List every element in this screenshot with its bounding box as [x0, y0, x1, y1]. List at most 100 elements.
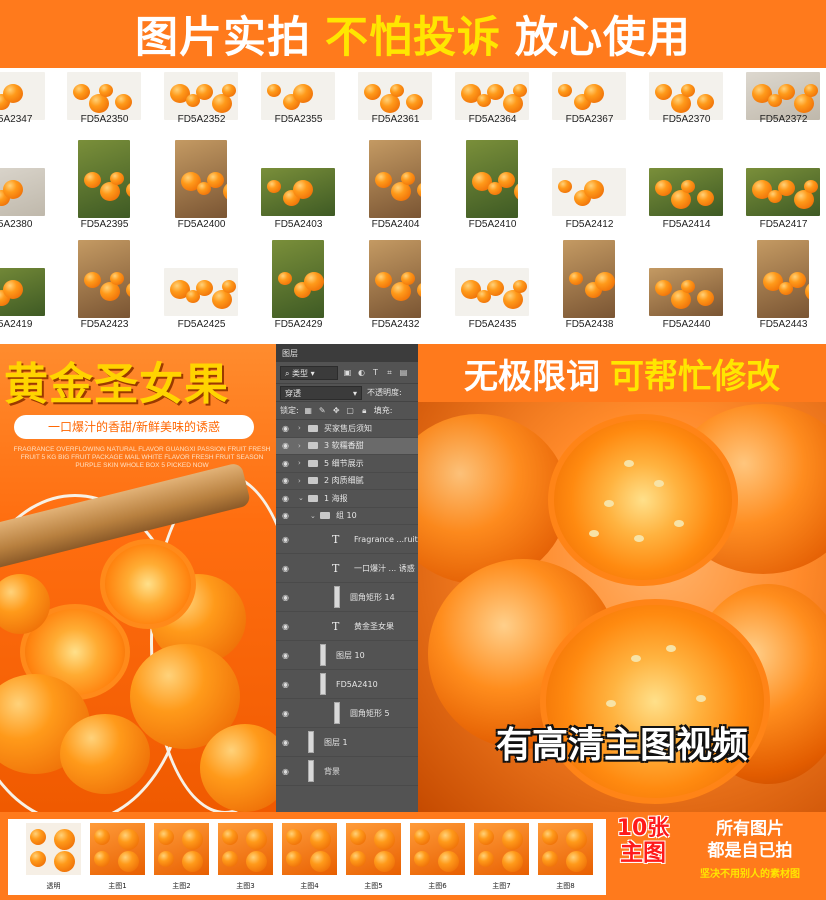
layer-row[interactable]: ◉ FD5A2410 — [276, 670, 418, 699]
image-thumbnail[interactable]: FD5A2440 — [638, 240, 735, 340]
main-image-label: 主图2 — [172, 882, 191, 890]
layer-row[interactable]: ◉ 图层 10 — [276, 641, 418, 670]
image-thumbnail[interactable]: FD5A2403 — [250, 140, 347, 240]
thumbnail-image — [466, 140, 518, 218]
chevron-down-icon[interactable]: ⌄ — [298, 494, 304, 502]
video-caption: 有高清主图视频 — [495, 725, 748, 766]
layer-row[interactable]: ◉ T Fragrance ...ruit fr — [276, 525, 418, 554]
layer-row[interactable]: ◉ › 5 细节展示 — [276, 455, 418, 473]
layer-row[interactable]: ◉ T 黄金圣女果 — [276, 612, 418, 641]
main-image-thumbnail[interactable]: 主图5 — [346, 823, 401, 890]
lock-all-icon[interactable]: 🔒︎ — [360, 406, 369, 415]
original-photo-claim: 所有图片 都是自已拍 坚决不用别人的素材图 — [680, 818, 820, 880]
main-image-thumbnail[interactable]: 主图3 — [218, 823, 273, 890]
filter-kind-select[interactable]: ⌕ 类型 ▾ — [280, 365, 338, 380]
main-image-thumbnail[interactable]: 主图6 — [410, 823, 465, 890]
image-thumbnail[interactable]: FD5A2432 — [347, 240, 444, 340]
layer-row[interactable]: ◉ 图层 1 — [276, 728, 418, 757]
blend-mode-select[interactable]: 穿透 ▾ — [280, 385, 362, 400]
layer-name: 圆角矩形 14 — [350, 592, 395, 602]
visibility-eye-icon[interactable]: ◉ — [282, 593, 294, 602]
layer-name: 1 海报 — [324, 493, 348, 503]
visibility-eye-icon[interactable]: ◉ — [282, 494, 294, 503]
chevron-down-icon[interactable]: ⌄ — [310, 512, 316, 520]
layer-row[interactable]: ◉ T 一口爆汁 ... 诱惑 — [276, 554, 418, 583]
chevron-right-icon[interactable]: › — [298, 424, 301, 432]
visibility-eye-icon[interactable]: ◉ — [282, 459, 294, 468]
lock-transparency-icon[interactable]: ▦ — [304, 406, 313, 415]
main-image-thumbnail[interactable]: 主图8 — [538, 823, 593, 890]
badge-label: 主图 — [620, 840, 666, 866]
thumbnail-image — [261, 72, 335, 120]
visibility-eye-icon[interactable]: ◉ — [282, 622, 294, 631]
main-image-thumbnail[interactable]: 主图1 — [90, 823, 145, 890]
pixel-filter-icon[interactable]: ▣ — [343, 368, 352, 377]
chevron-right-icon[interactable]: › — [298, 442, 301, 450]
image-thumbnail[interactable]: FD5A2425 — [153, 240, 250, 340]
layer-row[interactable]: ◉ ⌄ 1 海报 — [276, 490, 418, 508]
image-thumbnail[interactable]: FD5A2419 — [0, 240, 57, 340]
blend-mode-value: 穿透 — [285, 388, 301, 398]
image-thumbnail[interactable]: FD5A2404 — [347, 140, 444, 240]
opacity-label: 不透明度: — [367, 388, 402, 397]
main-image-label: 主图1 — [108, 882, 127, 890]
main-image-thumbnail[interactable]: 主图4 — [282, 823, 337, 890]
image-thumbnail[interactable]: FD5A2435 — [444, 240, 541, 340]
thumbnail-image — [649, 72, 723, 120]
lock-artboard-icon[interactable]: ▢ — [346, 406, 355, 415]
smart-object-filter-icon[interactable]: ▤ — [399, 368, 408, 377]
image-thumbnail[interactable]: FD5A2395 — [56, 140, 153, 240]
lock-position-icon[interactable]: ✥ — [332, 406, 341, 415]
thumbnail-filename: FD5A2419 — [0, 319, 33, 330]
text-filter-icon[interactable]: T — [371, 368, 380, 377]
image-thumbnail[interactable]: FD5A2400 — [153, 140, 250, 240]
image-thumbnail[interactable]: FD5A2438 — [541, 240, 638, 340]
visibility-eye-icon[interactable]: ◉ — [282, 424, 294, 433]
layer-row[interactable]: ◉ › 买家售后须知 — [276, 420, 418, 438]
main-image-label: 主图5 — [364, 882, 383, 890]
image-thumbnail[interactable]: FD5A2410 — [444, 140, 541, 240]
shape-filter-icon[interactable]: ⌗ — [385, 368, 394, 377]
layer-name: FD5A2410 — [336, 679, 378, 689]
visibility-eye-icon[interactable]: ◉ — [282, 476, 294, 485]
thumbnail-filename: FD5A2443 — [759, 319, 808, 330]
layer-row[interactable]: ◉ › 3 软糯香甜 — [276, 437, 418, 455]
image-thumbnail[interactable]: FD5A2414 — [638, 140, 735, 240]
main-image-thumbnail[interactable]: 透明 — [26, 823, 81, 890]
visibility-eye-icon[interactable]: ◉ — [282, 709, 294, 718]
visibility-eye-icon[interactable]: ◉ — [282, 651, 294, 660]
visibility-eye-icon[interactable]: ◉ — [282, 767, 294, 776]
image-thumbnail[interactable]: FD5A2429 — [250, 240, 347, 340]
image-thumbnail[interactable]: FD5A2423 — [56, 240, 153, 340]
visibility-eye-icon[interactable]: ◉ — [282, 680, 294, 689]
thumbnail-image — [746, 168, 820, 216]
layer-row[interactable]: ◉ › 2 肉质细腻 — [276, 473, 418, 490]
image-thumbnail[interactable]: FD5A2443 — [735, 240, 826, 340]
main-image-thumbnail[interactable]: 主图7 — [474, 823, 529, 890]
visibility-eye-icon[interactable]: ◉ — [282, 441, 294, 450]
chevron-right-icon[interactable]: › — [298, 459, 301, 467]
layer-name: 背景 — [324, 766, 340, 776]
image-thumbnail[interactable]: FD5A2412 — [541, 140, 638, 240]
visibility-eye-icon[interactable]: ◉ — [282, 738, 294, 747]
main-image-label: 主图7 — [492, 882, 511, 890]
image-thumbnail[interactable]: FD5A2417 — [735, 140, 826, 240]
banner-text-2: 放心使用 — [515, 13, 691, 63]
chevron-right-icon[interactable]: › — [298, 477, 301, 485]
thumbnail-filename: FD5A2370 — [662, 114, 711, 125]
thumbnail-filename: FD5A2361 — [371, 114, 420, 125]
adjustment-filter-icon[interactable]: ◐ — [357, 368, 366, 377]
visibility-eye-icon[interactable]: ◉ — [282, 511, 294, 520]
layer-row[interactable]: ◉ 背景 — [276, 757, 418, 786]
layer-name: 5 细节展示 — [324, 458, 364, 468]
layer-row[interactable]: ◉ ⌄ 组 10 — [276, 508, 418, 525]
lock-pixels-icon[interactable]: ✎ — [318, 406, 327, 415]
layer-row[interactable]: ◉ 圆角矩形 5 — [276, 699, 418, 728]
image-thumbnail[interactable]: FD5A2380 — [0, 140, 57, 240]
main-image-thumbnail[interactable]: 主图2 — [154, 823, 209, 890]
visibility-eye-icon[interactable]: ◉ — [282, 535, 294, 544]
layer-name: 2 肉质细腻 — [324, 476, 364, 486]
layer-row[interactable]: ◉ 圆角矩形 14 — [276, 583, 418, 612]
thumbnail-image — [164, 72, 238, 120]
visibility-eye-icon[interactable]: ◉ — [282, 564, 294, 573]
